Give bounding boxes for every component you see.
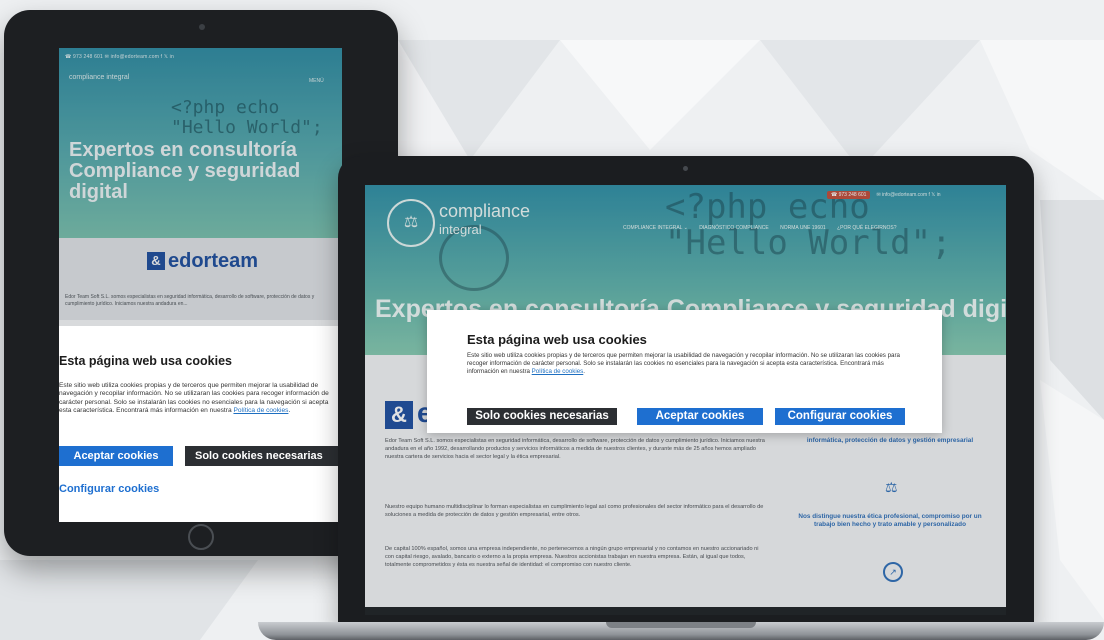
laptop-screen: <?php echo "Hello World"; ☎ 973 248 601 ✉… xyxy=(365,185,1006,615)
laptop-cookie-modal: Esta página web usa cookies Este sitio w… xyxy=(427,310,942,433)
necessary-cookies-button[interactable]: Solo cookies necesarias xyxy=(467,408,617,425)
cookie-title: Esta página web usa cookies xyxy=(467,332,647,347)
configure-cookies-button[interactable]: Configurar cookies xyxy=(59,483,159,495)
cookie-title: Esta página web usa cookies xyxy=(59,354,232,368)
laptop-camera xyxy=(683,166,688,171)
cookie-description: Este sitio web utiliza cookies propias y… xyxy=(467,352,901,375)
tablet-overlay xyxy=(59,48,342,326)
cookie-policy-link[interactable]: Política de cookies xyxy=(532,368,584,375)
tablet-home-button xyxy=(188,524,214,550)
cookie-policy-link[interactable]: Política de cookies xyxy=(233,407,288,414)
cookie-description: Este sitio web utiliza cookies propias y… xyxy=(59,382,329,415)
accept-cookies-button[interactable]: Aceptar cookies xyxy=(637,408,763,425)
laptop-notch xyxy=(606,622,756,628)
necessary-cookies-button[interactable]: Solo cookies necesarias xyxy=(185,446,342,466)
configure-cookies-button[interactable]: Configurar cookies xyxy=(775,408,905,425)
tablet-screen: ☎ 973 248 601 ✉ info@edorteam.com f 𝕏 in… xyxy=(59,48,342,522)
tablet-cookie-banner: Esta página web usa cookies Este sitio w… xyxy=(59,326,342,522)
tablet-camera xyxy=(199,24,205,30)
accept-cookies-button[interactable]: Aceptar cookies xyxy=(59,446,173,466)
